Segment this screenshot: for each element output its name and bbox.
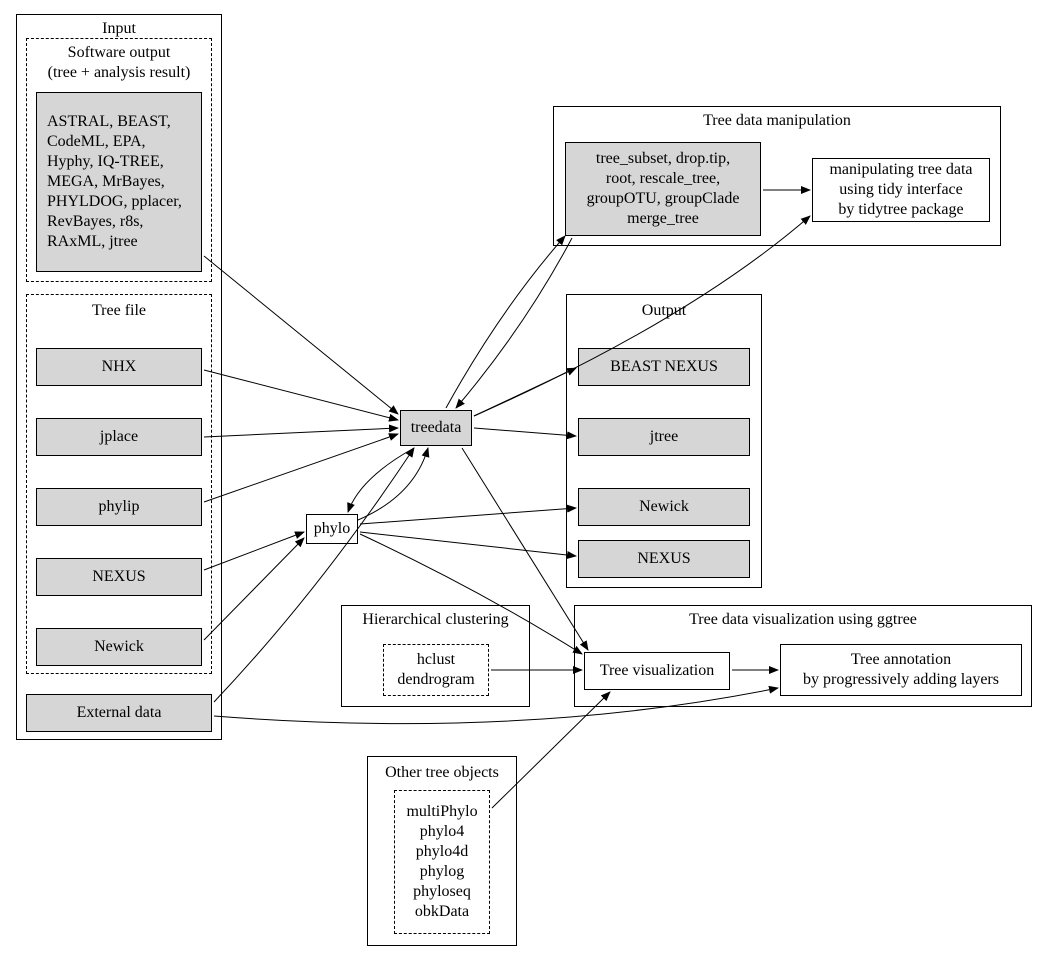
tree-visualization-box: Tree visualization [584, 652, 730, 690]
hclust-content-box: hclust dendrogram [383, 644, 489, 696]
tree-file-title: Tree file [92, 301, 146, 321]
output-item-newick: Newick [578, 488, 750, 526]
viz-panel-title: Tree data visualization using ggtree [689, 610, 917, 630]
output-item-nexus: NEXUS [578, 540, 750, 578]
tree-file-item-nhx: NHX [36, 348, 202, 386]
manipulation-panel-title: Tree data manipulation [703, 111, 851, 131]
manipulation-functions-box: tree_subset, drop.tip, root, rescale_tre… [565, 142, 761, 236]
treedata-node: treedata [400, 410, 472, 446]
output-item-beast: BEAST NEXUS [578, 348, 750, 386]
tree-file-item-newick: Newick [36, 628, 202, 666]
diagram-canvas: Input Software output (tree + analysis r… [0, 0, 1049, 955]
external-data-box: External data [26, 694, 212, 732]
other-objects-panel-title: Other tree objects [385, 763, 499, 783]
hclust-panel-title: Hierarchical clustering [362, 610, 508, 630]
output-panel-title: Output [642, 301, 686, 321]
tree-file-item-phylip: phylip [36, 488, 202, 526]
output-item-jtree: jtree [578, 418, 750, 456]
tree-file-item-jplace: jplace [36, 418, 202, 456]
other-objects-content-box: multiPhylo phylo4 phylo4d phylog phylose… [394, 790, 490, 934]
software-output-title: Software output (tree + analysis result) [48, 43, 191, 83]
phylo-node: phylo [306, 514, 358, 544]
manipulation-tidy-box: manipulating tree data using tidy interf… [812, 158, 990, 222]
software-output-content: ASTRAL, BEAST, CodeML, EPA, Hyphy, IQ-TR… [36, 92, 202, 272]
tree-file-item-nexus: NEXUS [36, 558, 202, 596]
tree-annotation-box: Tree annotation by progressively adding … [780, 644, 1022, 696]
input-panel-title: Input [102, 19, 136, 39]
